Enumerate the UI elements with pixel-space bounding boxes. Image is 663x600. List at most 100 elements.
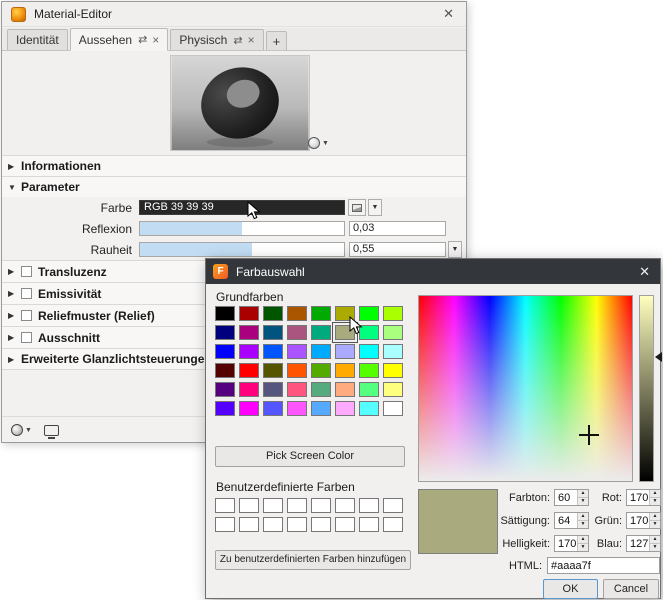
add-tab-button[interactable]: + (265, 31, 288, 50)
basic-color-swatch[interactable] (383, 344, 403, 359)
basic-color-swatch[interactable] (383, 382, 403, 397)
custom-color-swatch[interactable] (359, 517, 379, 532)
spin-arrows[interactable]: ▲ ▼ (649, 490, 660, 505)
basic-color-swatch[interactable] (239, 306, 259, 321)
basic-color-swatch[interactable] (311, 306, 331, 321)
checkbox[interactable] (21, 310, 32, 321)
add-custom-color-button[interactable]: Zu benutzerdefinierten Farben hinzufügen (215, 550, 411, 570)
basic-color-swatch[interactable] (215, 382, 235, 397)
blue-value[interactable]: 127 (627, 536, 649, 551)
basic-color-swatch[interactable] (263, 363, 283, 378)
display-settings-icon[interactable] (43, 424, 59, 439)
basic-color-swatch[interactable] (359, 401, 379, 416)
pick-screen-color-button[interactable]: Pick Screen Color (215, 446, 405, 467)
basic-color-swatch[interactable] (239, 401, 259, 416)
basic-color-swatch[interactable] (239, 363, 259, 378)
basic-color-swatch[interactable] (359, 325, 379, 340)
basic-color-swatch[interactable] (335, 363, 355, 378)
value-slider-arrow[interactable] (655, 351, 662, 362)
basic-color-swatch[interactable] (263, 344, 283, 359)
green-value[interactable]: 170 (627, 513, 649, 528)
custom-color-swatch[interactable] (383, 498, 403, 513)
swap-icon[interactable]: ⇄ (138, 33, 147, 46)
basic-color-swatch[interactable] (287, 344, 307, 359)
tab-close-icon[interactable]: × (152, 33, 159, 47)
spin-up-icon[interactable]: ▲ (650, 513, 660, 521)
color-dropdown-button[interactable]: ▼ (368, 199, 382, 216)
blue-spinbox[interactable]: 127 ▲ ▼ (626, 535, 661, 552)
custom-color-swatch[interactable] (263, 498, 283, 513)
reflection-value[interactable]: 0,03 (349, 221, 446, 236)
basic-color-swatch[interactable] (359, 363, 379, 378)
custom-color-swatch[interactable] (311, 498, 331, 513)
close-icon[interactable]: ✕ (636, 264, 653, 280)
ok-button[interactable]: OK (543, 579, 598, 599)
custom-color-swatch[interactable] (215, 498, 235, 513)
hue-saturation-picker[interactable] (418, 295, 633, 482)
checkbox[interactable] (21, 332, 32, 343)
basic-color-swatch[interactable] (239, 344, 259, 359)
basic-color-swatch[interactable] (311, 382, 331, 397)
basic-color-swatch[interactable] (383, 401, 403, 416)
basic-color-swatch[interactable] (215, 306, 235, 321)
basic-color-swatch[interactable] (287, 401, 307, 416)
basic-color-swatch[interactable] (215, 363, 235, 378)
red-spinbox[interactable]: 170 ▲ ▼ (626, 489, 661, 506)
roughness-slider[interactable] (139, 242, 345, 257)
basic-color-swatch[interactable] (287, 325, 307, 340)
color-value-field[interactable]: RGB 39 39 39 (139, 200, 345, 215)
custom-color-swatch[interactable] (239, 517, 259, 532)
basic-color-swatch[interactable] (287, 382, 307, 397)
green-spinbox[interactable]: 170 ▲ ▼ (626, 512, 661, 529)
basic-color-swatch[interactable] (263, 401, 283, 416)
basic-color-swatch[interactable] (359, 382, 379, 397)
basic-color-swatch[interactable] (215, 344, 235, 359)
basic-color-swatch[interactable] (215, 401, 235, 416)
basic-color-swatch[interactable] (311, 325, 331, 340)
tab-aussehen[interactable]: Aussehen ⇄ × (69, 28, 169, 51)
spin-arrows[interactable]: ▲ ▼ (649, 513, 660, 528)
spin-down-icon[interactable]: ▼ (650, 498, 660, 505)
basic-color-swatch[interactable] (335, 401, 355, 416)
section-parameter[interactable]: ▼ Parameter (2, 176, 466, 197)
basic-color-swatch[interactable] (287, 363, 307, 378)
close-icon[interactable]: ✕ (440, 6, 457, 22)
basic-color-swatch[interactable] (263, 325, 283, 340)
section-informationen[interactable]: ▶ Informationen (2, 155, 466, 176)
preview-type-button[interactable]: ▼ (308, 137, 329, 149)
basic-color-swatch[interactable] (311, 344, 331, 359)
html-color-input[interactable] (547, 557, 660, 574)
basic-color-swatch[interactable] (263, 306, 283, 321)
basic-color-swatch[interactable] (383, 306, 403, 321)
checkbox[interactable] (21, 266, 32, 277)
custom-color-swatch[interactable] (239, 498, 259, 513)
roughness-value[interactable]: 0,55 (349, 242, 446, 257)
basic-color-swatch[interactable] (311, 401, 331, 416)
texture-button[interactable] (348, 199, 366, 216)
swap-icon[interactable]: ⇄ (233, 34, 242, 47)
basic-color-swatch[interactable] (263, 382, 283, 397)
spin-down-icon[interactable]: ▼ (650, 521, 660, 528)
cancel-button[interactable]: Cancel (603, 579, 659, 599)
basic-color-swatch[interactable] (239, 325, 259, 340)
spin-up-icon[interactable]: ▲ (650, 490, 660, 498)
basic-color-swatch[interactable] (287, 306, 307, 321)
custom-color-swatch[interactable] (311, 517, 331, 532)
tab-identitaet[interactable]: Identität (7, 29, 68, 50)
reflection-slider[interactable] (139, 221, 345, 236)
roughness-dropdown-button[interactable]: ▼ (448, 241, 462, 258)
basic-color-swatch[interactable] (311, 363, 331, 378)
basic-color-swatch[interactable] (239, 382, 259, 397)
custom-color-swatch[interactable] (263, 517, 283, 532)
basic-color-swatch[interactable] (359, 306, 379, 321)
basic-color-swatch[interactable] (359, 344, 379, 359)
tab-physisch[interactable]: Physisch ⇄ × (170, 29, 264, 50)
checkbox[interactable] (21, 288, 32, 299)
custom-color-swatch[interactable] (383, 517, 403, 532)
spin-up-icon[interactable]: ▲ (650, 536, 660, 544)
red-value[interactable]: 170 (627, 490, 649, 505)
custom-color-swatch[interactable] (215, 517, 235, 532)
value-slider[interactable] (639, 295, 654, 482)
basic-color-swatch[interactable] (215, 325, 235, 340)
basic-color-swatch[interactable] (335, 344, 355, 359)
